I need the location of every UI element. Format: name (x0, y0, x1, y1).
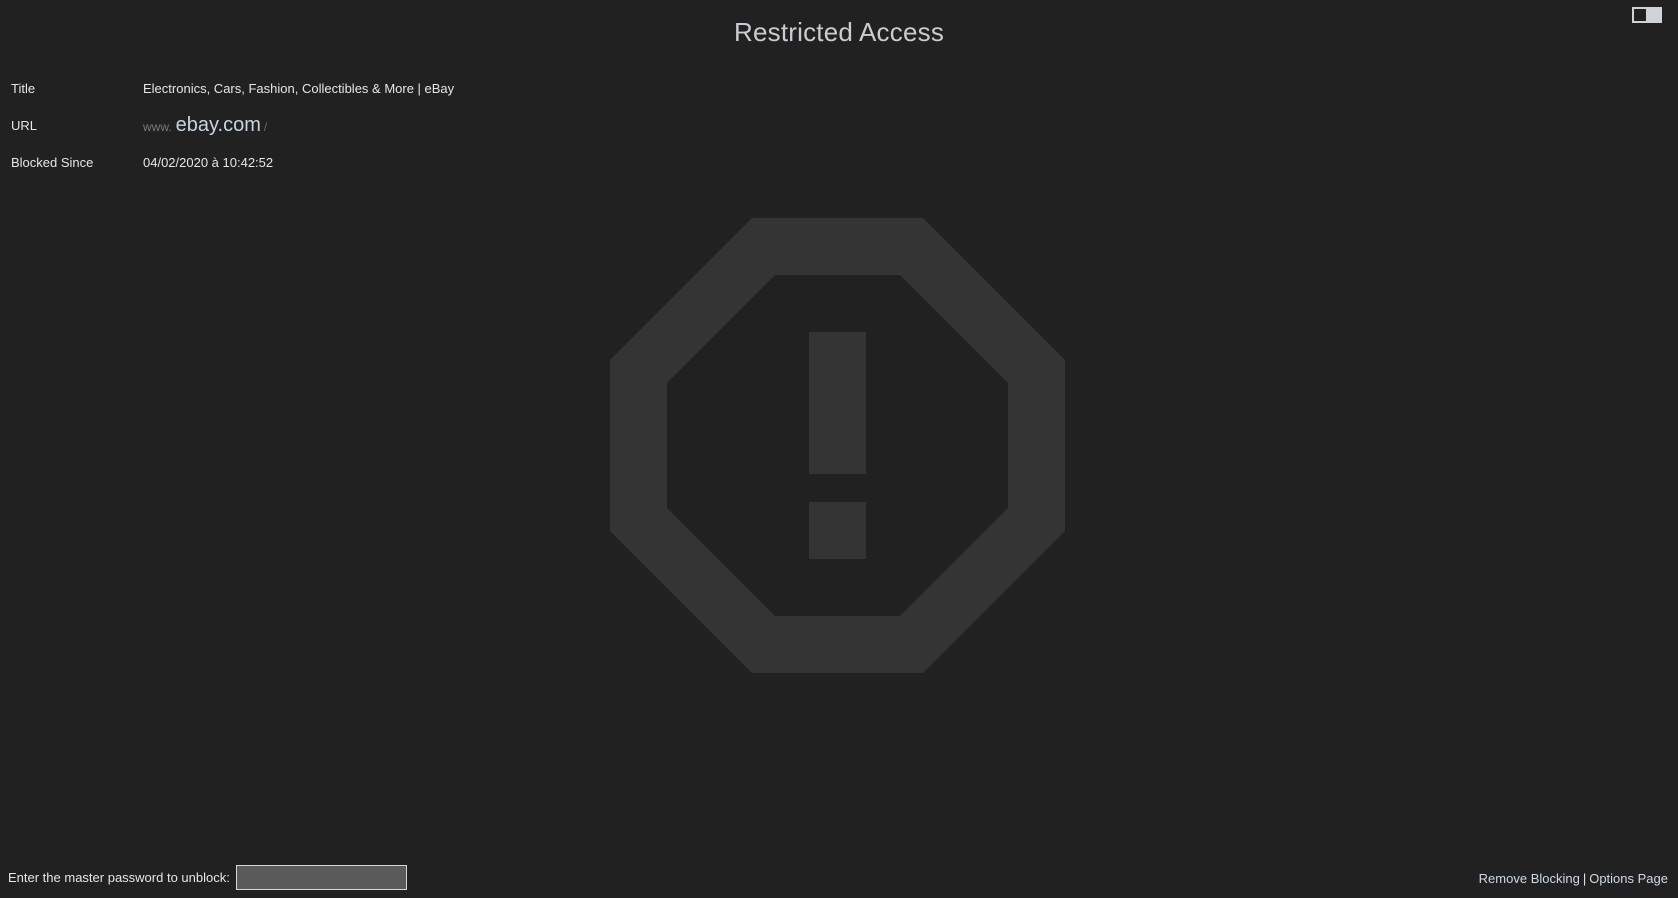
footer-links: Remove Blocking | Options Page (1479, 871, 1668, 886)
blocked-since-value: 04/02/2020 à 10:42:52 (143, 155, 274, 170)
url-row: URL www. ebay.com / (11, 107, 454, 144)
options-page-link[interactable]: Options Page (1589, 871, 1668, 886)
url-domain: ebay.com (175, 114, 261, 136)
url-label: URL (11, 118, 38, 133)
blocked-since-row: Blocked Since 04/02/2020 à 10:42:52 (11, 144, 454, 181)
master-password-input[interactable] (235, 865, 407, 890)
url-suffix: / (263, 120, 268, 134)
blocked-since-label: Blocked Since (11, 155, 94, 170)
title-value: Electronics, Cars, Fashion, Collectibles… (143, 81, 455, 96)
dark-mode-toggle-icon[interactable] (1632, 7, 1662, 23)
restricted-access-page: Restricted Access Title Electronics, Car… (0, 0, 1678, 898)
remove-blocking-link[interactable]: Remove Blocking (1479, 871, 1580, 886)
toggle-knob (1646, 9, 1660, 21)
title-label: Title (11, 81, 36, 96)
url-value: www. ebay.com / (143, 114, 267, 137)
link-separator: | (1582, 871, 1587, 886)
blocked-site-info: Title Electronics, Cars, Fashion, Collec… (11, 70, 454, 181)
title-row: Title Electronics, Cars, Fashion, Collec… (11, 70, 454, 107)
page-title: Restricted Access (733, 17, 945, 47)
password-prompt: Enter the master password to unblock: (8, 870, 230, 885)
url-prefix: www. (143, 120, 172, 134)
warning-octagon-icon (610, 218, 1065, 673)
unlock-form: Enter the master password to unblock: (8, 865, 407, 890)
